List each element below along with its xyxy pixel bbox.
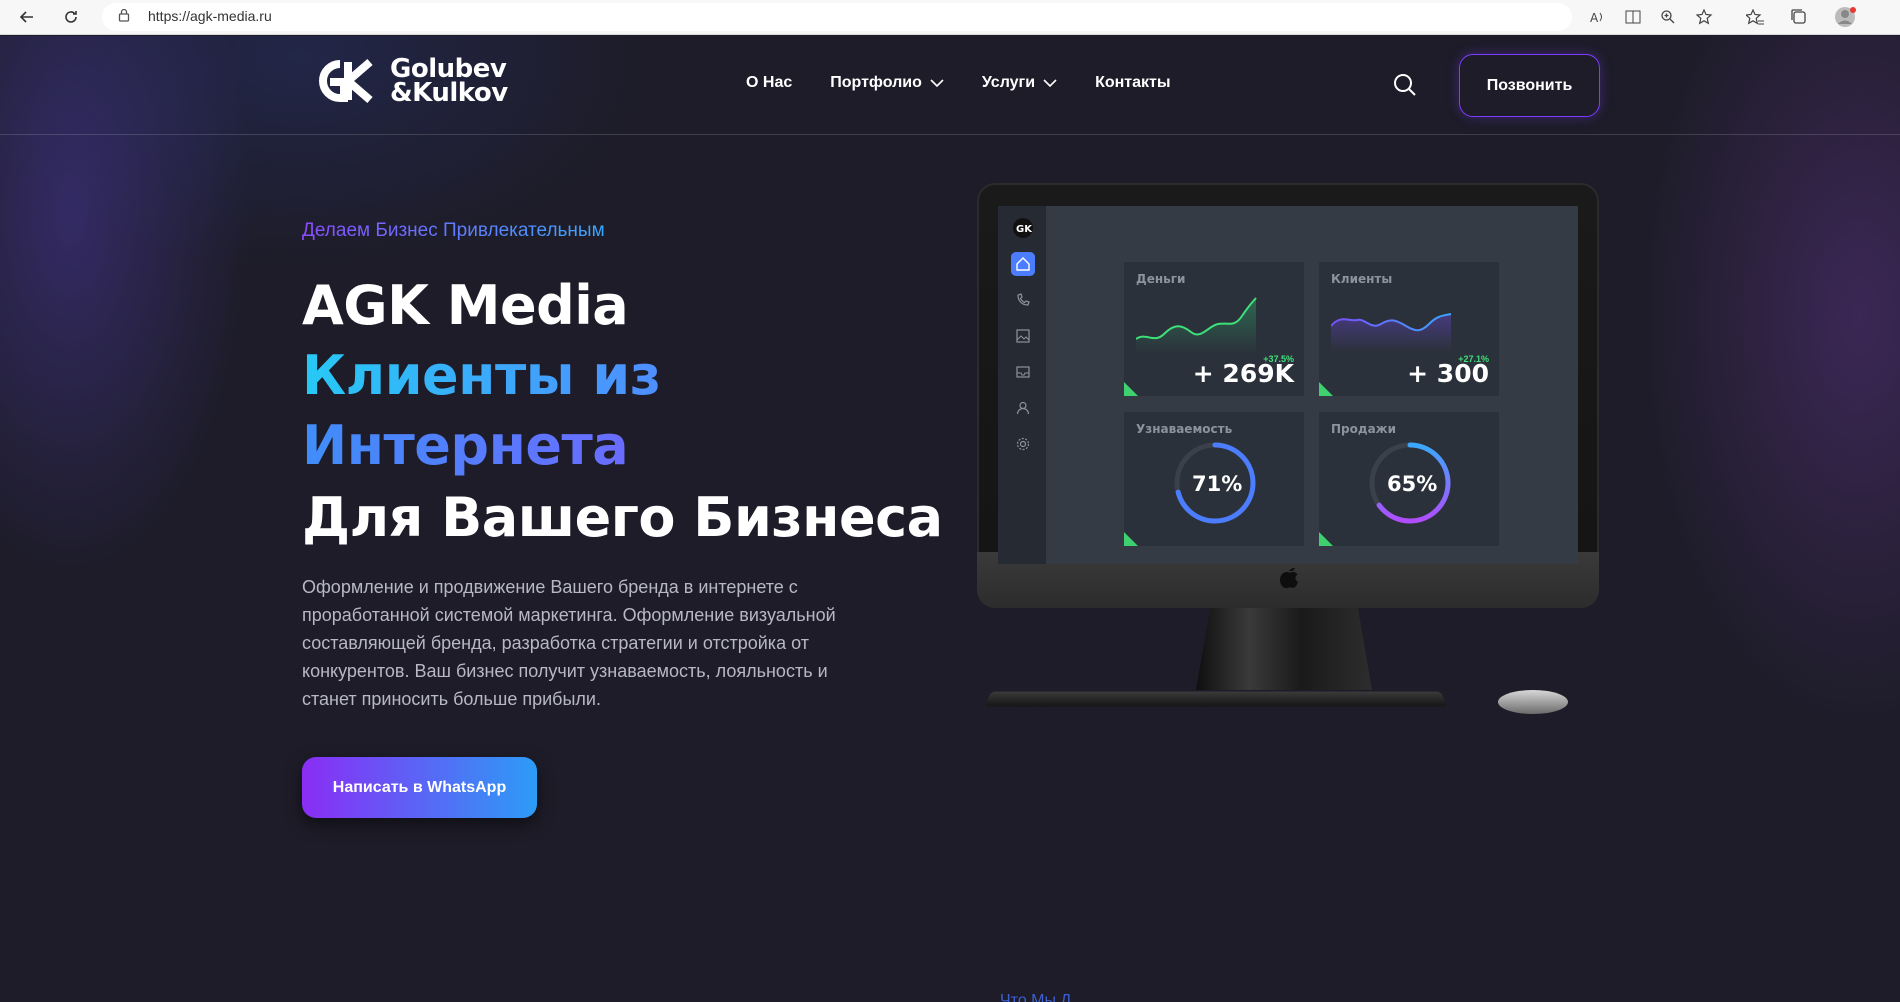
whatsapp-button[interactable]: Написать в WhatsApp — [302, 757, 537, 818]
settings-gear-icon — [1011, 432, 1035, 456]
profile-avatar-icon[interactable] — [1833, 6, 1857, 28]
nav-services[interactable]: Услуги — [982, 74, 1057, 92]
card-awareness: Узнаваемость 71% — [1124, 412, 1304, 546]
search-icon[interactable] — [1391, 71, 1419, 99]
card-clients-value: + 300 — [1407, 359, 1489, 388]
chevron-down-icon — [1043, 78, 1057, 87]
keyboard — [985, 691, 1447, 707]
nav-contacts-label: Контакты — [1095, 74, 1171, 91]
money-line-chart — [1136, 297, 1257, 354]
hero-tagline: Делаем Бизнес Привлекательным — [302, 220, 605, 241]
immersive-reader-icon[interactable] — [1621, 6, 1645, 28]
image-icon — [1011, 324, 1035, 348]
chevron-down-icon — [930, 78, 944, 87]
back-arrow-icon[interactable] — [14, 4, 40, 30]
svg-text:GK: GK — [1016, 224, 1033, 235]
hero-description: Оформление и продвижение Вашего бренда в… — [302, 577, 836, 709]
card-money-title: Деньги — [1136, 272, 1186, 286]
logo-text: Golubev &Kulkov — [390, 56, 508, 108]
apple-logo-icon — [1280, 568, 1298, 589]
page: Golubev &Kulkov О Нас Портфолио Услуги К… — [0, 36, 1900, 1002]
home-icon — [1011, 252, 1035, 276]
card-sales: Продажи 65% — [1319, 412, 1499, 546]
card-clients-title: Клиенты — [1331, 272, 1393, 286]
collections-icon[interactable] — [1787, 6, 1811, 28]
read-aloud-icon[interactable]: A — [1586, 6, 1610, 28]
hero-title-line1: AGK Media — [302, 274, 629, 337]
trend-up-icon — [1124, 532, 1138, 546]
card-money-value: + 269K — [1192, 359, 1294, 388]
svg-text:A: A — [1590, 11, 1599, 24]
lock-icon[interactable] — [118, 8, 130, 27]
card-clients: Клиенты +27.1% + 300 — [1319, 262, 1499, 396]
user-icon — [1011, 396, 1035, 420]
add-favorite-icon[interactable] — [1693, 6, 1717, 28]
site-header: Golubev &Kulkov О Нас Портфолио Услуги К… — [0, 36, 1900, 135]
call-button[interactable]: Позвонить — [1459, 54, 1600, 117]
address-bar[interactable] — [102, 3, 1572, 31]
hero-title-line4: Для Вашего Бизнеса — [302, 486, 943, 549]
nav-services-label: Услуги — [981, 74, 1036, 91]
nav-portfolio-label: Портфолио — [830, 74, 922, 91]
card-awareness-title: Узнаваемость — [1136, 422, 1233, 436]
trend-up-icon — [1319, 532, 1333, 546]
phone-icon — [1011, 288, 1035, 312]
nav-contacts[interactable]: Контакты — [1095, 74, 1170, 92]
inbox-icon — [1011, 360, 1035, 384]
card-awareness-value: 71% — [1192, 472, 1243, 496]
nav-portfolio[interactable]: Портфолио — [830, 74, 944, 92]
url-text[interactable]: https://agk-media.ru — [148, 8, 272, 24]
clients-line-chart — [1331, 313, 1452, 352]
monitor-stand — [1196, 608, 1372, 690]
mouse — [1498, 690, 1568, 714]
hero-title-line3: Интернета — [302, 414, 629, 477]
nav-about-label: О Нас — [746, 74, 793, 91]
trend-up-icon — [1124, 382, 1138, 396]
main-nav: О Нас Портфолио Услуги Контакты — [746, 74, 1171, 92]
next-section-heading: Что Мы Д... — [1000, 992, 1085, 1002]
favorites-icon[interactable] — [1743, 6, 1767, 28]
logo-line2: &Kulkov — [390, 78, 508, 108]
hero-title-line2: Клиенты из — [302, 344, 661, 407]
reload-icon[interactable] — [58, 4, 84, 30]
card-sales-title: Продажи — [1331, 422, 1397, 436]
logo[interactable]: Golubev &Kulkov — [310, 56, 508, 106]
card-money: Деньги +37.5% + 269K — [1124, 262, 1304, 396]
zoom-icon[interactable] — [1656, 6, 1680, 28]
trend-up-icon — [1319, 382, 1333, 396]
card-sales-value: 65% — [1387, 472, 1438, 496]
nav-about[interactable]: О Нас — [746, 74, 792, 92]
logo-mark-icon — [319, 58, 373, 104]
dashboard-logo-icon: GK — [1011, 216, 1035, 240]
browser-toolbar: https://agk-media.ru A — [0, 0, 1900, 35]
